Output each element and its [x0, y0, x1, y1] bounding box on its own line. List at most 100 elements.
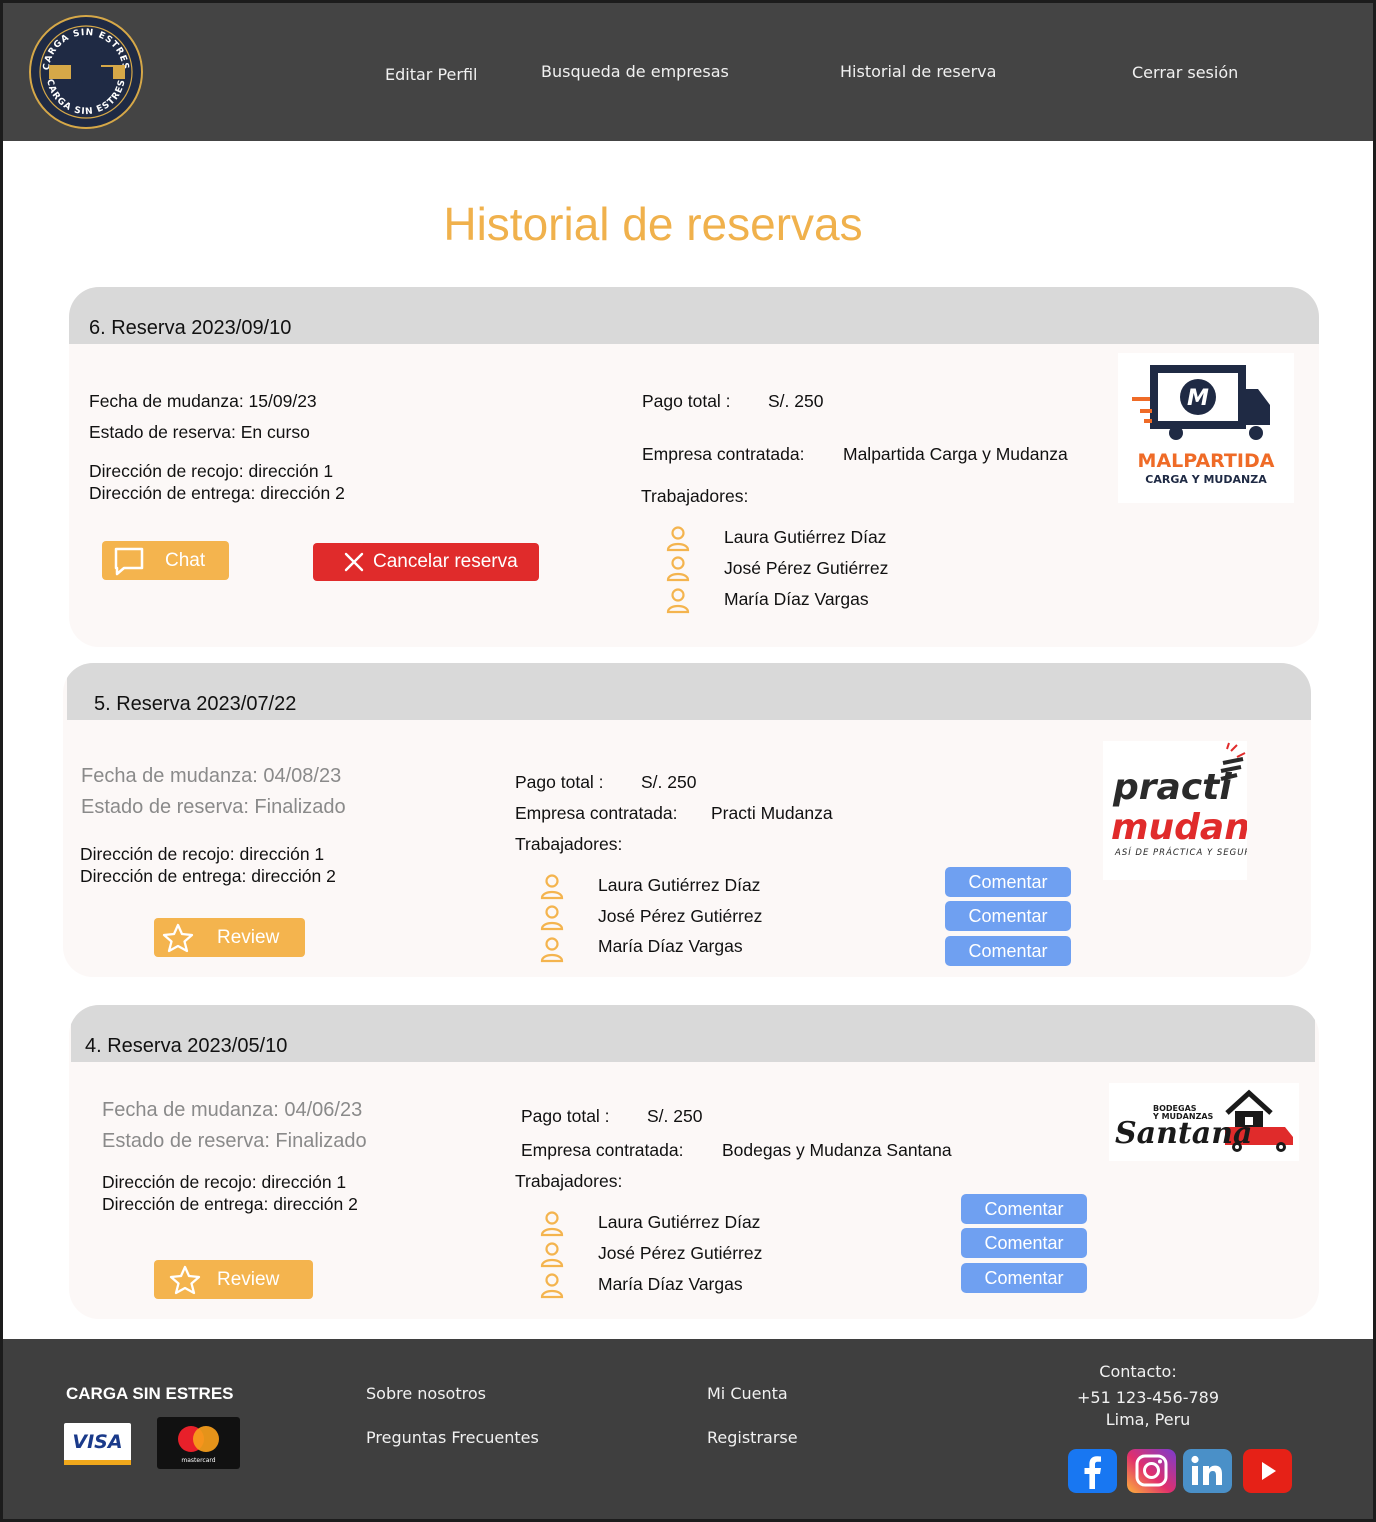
footer-about-link[interactable]: Sobre nosotros	[366, 1384, 486, 1403]
person-icon	[540, 1273, 564, 1299]
svg-text:mudanza: mudanza	[1111, 807, 1247, 848]
contact-city: Lima, Peru	[1105, 1410, 1191, 1429]
card-header: 5. Reserva 2023/07/22	[67, 663, 1311, 720]
reservation-title: 4. Reserva 2023/05/10	[85, 1035, 288, 1057]
instagram-icon[interactable]	[1127, 1449, 1176, 1493]
company-name: Malpartida Carga y Mudanza	[843, 444, 1068, 464]
company-logo-practi: practi mudanza ASÍ DE PRÁCTICA Y SEGURA	[1103, 741, 1247, 880]
total-payment-value: S/. 250	[641, 772, 697, 792]
linkedin-icon[interactable]	[1183, 1449, 1232, 1493]
worker-name: María Díaz Vargas	[598, 936, 743, 956]
company-logo-santana: BODEGAS Y MUDANZAS Santana	[1109, 1083, 1299, 1161]
review-button[interactable]: Review	[154, 918, 305, 957]
facebook-icon[interactable]	[1068, 1449, 1117, 1493]
delivery-address: Dirección de entrega: dirección 2	[89, 483, 345, 503]
footer-account-link[interactable]: Mi Cuenta	[707, 1384, 788, 1403]
svg-text:M: M	[1187, 386, 1209, 411]
delivery-address: Dirección de entrega: dirección 2	[102, 1194, 358, 1214]
person-icon	[540, 1242, 564, 1268]
company-label: Empresa contratada:	[515, 803, 678, 823]
close-icon	[344, 552, 364, 572]
reservation-card-4: 4. Reserva 2023/05/10 Fecha de mudanza: …	[69, 1005, 1319, 1319]
worker-name: María Díaz Vargas	[598, 1274, 743, 1294]
footer: CARGA SIN ESTRES VISA mastercard Sobre n…	[3, 1339, 1373, 1519]
person-icon	[540, 905, 564, 931]
nav-logout[interactable]: Cerrar sesión	[1132, 63, 1238, 82]
person-icon	[666, 556, 690, 582]
svg-text:practi: practi	[1112, 767, 1232, 808]
workers-label: Trabajadores:	[515, 834, 623, 854]
person-icon	[666, 526, 690, 552]
youtube-icon[interactable]	[1243, 1449, 1292, 1493]
visa-card-icon: VISA	[64, 1423, 131, 1465]
nav-company-search[interactable]: Busqueda de empresas	[541, 62, 729, 81]
chat-label: Chat	[165, 549, 206, 571]
reservation-status: Estado de reserva: Finalizado	[81, 796, 346, 818]
svg-text:MALPARTIDA: MALPARTIDA	[1138, 450, 1275, 472]
total-payment-label: Pago total :	[642, 391, 731, 411]
svg-text:CARGA Y MUDANZA: CARGA Y MUDANZA	[1145, 473, 1267, 486]
reservation-status: Estado de reserva: En curso	[89, 422, 310, 442]
person-icon	[540, 1211, 564, 1237]
move-date: Fecha de mudanza: 04/08/23	[81, 765, 342, 787]
company-label: Empresa contratada:	[642, 444, 805, 464]
footer-faq-link[interactable]: Preguntas Frecuentes	[366, 1428, 539, 1447]
page-title: Historial de reservas	[443, 198, 863, 250]
pickup-address: Dirección de recojo: dirección 1	[102, 1172, 347, 1192]
comment-worker-button[interactable]: Comentar	[961, 1228, 1087, 1258]
star-icon	[169, 1265, 201, 1294]
page: CARGA SIN ESTRES CARGA SIN ESTRES Editar…	[0, 0, 1376, 1522]
total-payment-label: Pago total :	[515, 772, 604, 792]
cancel-reservation-button[interactable]: Cancelar reserva	[313, 543, 539, 581]
chat-button[interactable]: Chat	[102, 541, 229, 580]
pickup-address: Dirección de recojo: dirección 1	[80, 844, 325, 864]
reservation-title: 6. Reserva 2023/09/10	[89, 317, 292, 339]
nav-edit-profile[interactable]: Editar Perfil	[385, 65, 477, 84]
svg-text:Santana: Santana	[1115, 1116, 1252, 1151]
reservation-title: 5. Reserva 2023/07/22	[94, 693, 297, 715]
company-name: Practi Mudanza	[711, 803, 833, 823]
company-label: Empresa contratada:	[521, 1140, 684, 1160]
visa-stripe	[64, 1460, 131, 1465]
review-button[interactable]: Review	[154, 1260, 313, 1299]
total-payment-value: S/. 250	[768, 391, 824, 411]
person-icon	[666, 588, 690, 614]
person-icon	[540, 874, 564, 900]
move-date: Fecha de mudanza: 15/09/23	[89, 391, 317, 411]
footer-brand: CARGA SIN ESTRES	[66, 1384, 234, 1403]
total-payment-label: Pago total :	[521, 1106, 610, 1126]
svg-text:ASÍ DE PRÁCTICA Y SEGURA: ASÍ DE PRÁCTICA Y SEGURA	[1114, 846, 1247, 858]
contact-title: Contacto:	[1099, 1362, 1177, 1381]
person-icon	[540, 937, 564, 963]
comment-worker-button[interactable]: Comentar	[945, 901, 1071, 931]
worker-name: José Pérez Gutiérrez	[598, 906, 763, 926]
worker-name: Laura Gutiérrez Díaz	[724, 527, 887, 547]
review-label: Review	[217, 926, 280, 948]
workers-label: Trabajadores:	[515, 1171, 623, 1191]
cancel-label: Cancelar reserva	[373, 551, 518, 572]
visa-text: VISA	[72, 1431, 123, 1453]
nav-booking-history[interactable]: Historial de reserva	[840, 62, 996, 81]
worker-name: María Díaz Vargas	[724, 589, 869, 609]
worker-name: Laura Gutiérrez Díaz	[598, 875, 761, 895]
move-date: Fecha de mudanza: 04/06/23	[102, 1099, 363, 1121]
comment-worker-button[interactable]: Comentar	[961, 1194, 1087, 1224]
company-logo-malpartida: M MALPARTIDA CARGA Y MUDANZA	[1118, 353, 1294, 503]
chat-icon	[114, 547, 144, 575]
delivery-address: Dirección de entrega: dirección 2	[80, 866, 336, 886]
comment-worker-button[interactable]: Comentar	[961, 1263, 1087, 1293]
header: CARGA SIN ESTRES CARGA SIN ESTRES Editar…	[3, 3, 1373, 141]
card-header: 4. Reserva 2023/05/10	[71, 1005, 1315, 1062]
brand-logo[interactable]: CARGA SIN ESTRES CARGA SIN ESTRES	[27, 13, 145, 131]
company-name: Bodegas y Mudanza Santana	[722, 1140, 952, 1160]
svg-text:mastercard: mastercard	[181, 1457, 215, 1464]
reservation-status: Estado de reserva: Finalizado	[102, 1130, 367, 1152]
comment-worker-button[interactable]: Comentar	[945, 867, 1071, 897]
worker-name: José Pérez Gutiérrez	[598, 1243, 763, 1263]
footer-register-link[interactable]: Registrarse	[707, 1428, 798, 1447]
star-icon	[162, 923, 194, 952]
comment-worker-button[interactable]: Comentar	[945, 936, 1071, 966]
total-payment-value: S/. 250	[647, 1106, 703, 1126]
mastercard-icon: mastercard	[157, 1417, 240, 1469]
card-header: 6. Reserva 2023/09/10	[69, 287, 1319, 344]
